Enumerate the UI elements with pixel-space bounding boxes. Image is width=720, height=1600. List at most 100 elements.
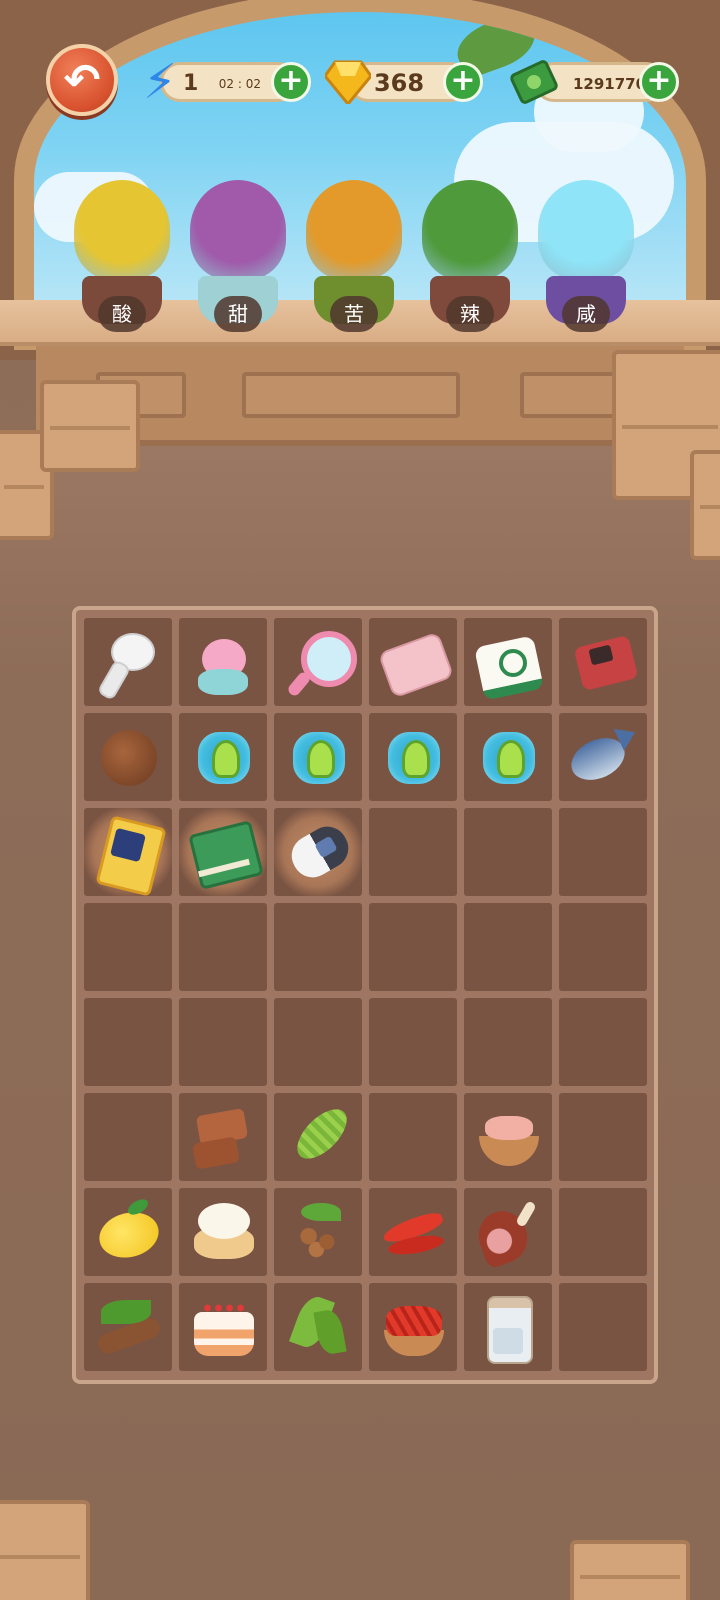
meat-bowl-icon[interactable]: [473, 1102, 543, 1172]
inventory-cell[interactable]: [464, 998, 552, 1086]
inventory-cell[interactable]: [369, 713, 457, 801]
tamarind-icon[interactable]: [93, 1292, 163, 1362]
inventory-cell[interactable]: [559, 1188, 647, 1276]
inventory-cell[interactable]: [179, 808, 267, 896]
inventory-cell[interactable]: [84, 998, 172, 1086]
seed-bud-icon[interactable]: [473, 722, 543, 792]
inventory-cell[interactable]: [369, 903, 457, 991]
flavor-plant-1[interactable]: 甜: [184, 180, 292, 340]
inventory-cell[interactable]: [274, 808, 362, 896]
inventory-cell[interactable]: [464, 903, 552, 991]
inventory-cell[interactable]: [369, 618, 457, 706]
fish-icon[interactable]: [568, 722, 638, 792]
cream-puff-icon[interactable]: [188, 1197, 258, 1267]
red-chili-icon[interactable]: [378, 1197, 448, 1267]
back-button[interactable]: ↶: [46, 44, 118, 116]
tea-leaves-icon[interactable]: [283, 1292, 353, 1362]
gem-value: 368: [373, 69, 425, 97]
collector-card-icon[interactable]: [93, 817, 163, 887]
bunny-plush-icon[interactable]: [188, 627, 258, 697]
coffee-beans-icon[interactable]: [283, 1197, 353, 1267]
inventory-cell[interactable]: [274, 618, 362, 706]
inventory-cell[interactable]: [559, 998, 647, 1086]
add-energy-button[interactable]: +: [271, 62, 311, 102]
inventory-cell[interactable]: [464, 1093, 552, 1181]
lemon-icon[interactable]: [93, 1197, 163, 1267]
inventory-cell[interactable]: [464, 618, 552, 706]
ham-leg-icon[interactable]: [473, 1197, 543, 1267]
inventory-cell[interactable]: [369, 1093, 457, 1181]
lemon-tree-icon: [74, 180, 170, 280]
crate: [690, 450, 720, 560]
inventory-cell[interactable]: [179, 1283, 267, 1371]
car-key-icon[interactable]: [283, 817, 353, 887]
inventory-cell[interactable]: [559, 1093, 647, 1181]
inventory-cell[interactable]: [559, 618, 647, 706]
add-cash-button[interactable]: +: [639, 62, 679, 102]
inventory-cell[interactable]: [274, 1093, 362, 1181]
inventory-cell[interactable]: [369, 1283, 457, 1371]
add-gems-button[interactable]: +: [443, 62, 483, 102]
inventory-cell[interactable]: [559, 1283, 647, 1371]
inventory-cell[interactable]: [274, 713, 362, 801]
cash-icon: [507, 49, 561, 115]
inventory-cell[interactable]: [274, 903, 362, 991]
bitter-melon-icon[interactable]: [283, 1102, 353, 1172]
salt-jar-icon[interactable]: [473, 1292, 543, 1364]
salt-crystal-icon: [538, 180, 634, 280]
energy-timer: 02 : 02: [218, 77, 261, 91]
inventory-cell[interactable]: [274, 1188, 362, 1276]
recipe-notebook-icon[interactable]: [188, 817, 258, 887]
inventory-cell[interactable]: [274, 998, 362, 1086]
flavor-plant-4[interactable]: 咸: [532, 180, 640, 340]
inventory-cell[interactable]: [464, 1283, 552, 1371]
inventory-cell[interactable]: [559, 903, 647, 991]
inventory-cell[interactable]: [84, 1188, 172, 1276]
inventory-cell[interactable]: [274, 1283, 362, 1371]
inventory-cell[interactable]: [559, 713, 647, 801]
inventory-cell[interactable]: [84, 1093, 172, 1181]
flavor-plant-2[interactable]: 苦: [300, 180, 408, 340]
seed-bud-icon[interactable]: [188, 722, 258, 792]
inventory-cell[interactable]: [84, 713, 172, 801]
inventory-cell[interactable]: [179, 998, 267, 1086]
inventory-cell[interactable]: [464, 808, 552, 896]
inventory-cell[interactable]: [179, 713, 267, 801]
handheld-console-icon[interactable]: [568, 627, 638, 697]
strawberry-cake-icon[interactable]: [188, 1292, 258, 1362]
energy-counter: ⚡ 1 02 : 02 +: [143, 58, 311, 106]
gem-counter: 368 +: [325, 60, 483, 104]
chili-bowl-icon[interactable]: [378, 1292, 448, 1362]
inventory-cell[interactable]: [464, 1188, 552, 1276]
inventory-cell[interactable]: [179, 1188, 267, 1276]
golden-vine-icon: [306, 180, 402, 280]
inventory-cell[interactable]: [464, 713, 552, 801]
inventory-cell[interactable]: [84, 808, 172, 896]
plant-label: 酸: [98, 296, 146, 332]
mahjong-tile-icon[interactable]: [473, 627, 543, 697]
cash-value: 1291770: [573, 75, 647, 93]
inventory-cell[interactable]: [179, 1093, 267, 1181]
seed-bud-icon[interactable]: [283, 722, 353, 792]
seed-bud-icon[interactable]: [378, 722, 448, 792]
earbud-icon[interactable]: [93, 627, 163, 697]
inventory-cell[interactable]: [369, 808, 457, 896]
cabinet-panel: [520, 372, 620, 418]
inventory-cell[interactable]: [179, 618, 267, 706]
inventory-cell[interactable]: [369, 998, 457, 1086]
energy-value: 1: [183, 71, 199, 96]
inventory-cell[interactable]: [369, 1188, 457, 1276]
walnut-icon[interactable]: [93, 722, 163, 792]
pink-wallet-icon[interactable]: [378, 627, 448, 697]
inventory-cell[interactable]: [84, 618, 172, 706]
flavor-plant-0[interactable]: 酸: [68, 180, 176, 340]
inventory-cell[interactable]: [179, 903, 267, 991]
flavor-plant-3[interactable]: 辣: [416, 180, 524, 340]
inventory-cell[interactable]: [84, 903, 172, 991]
inventory-cell[interactable]: [84, 1283, 172, 1371]
hand-mirror-icon[interactable]: [283, 627, 357, 697]
cash-counter: 1291770 +: [510, 60, 679, 104]
plant-label: 辣: [446, 296, 494, 332]
fudge-icon[interactable]: [188, 1102, 258, 1172]
inventory-cell[interactable]: [559, 808, 647, 896]
